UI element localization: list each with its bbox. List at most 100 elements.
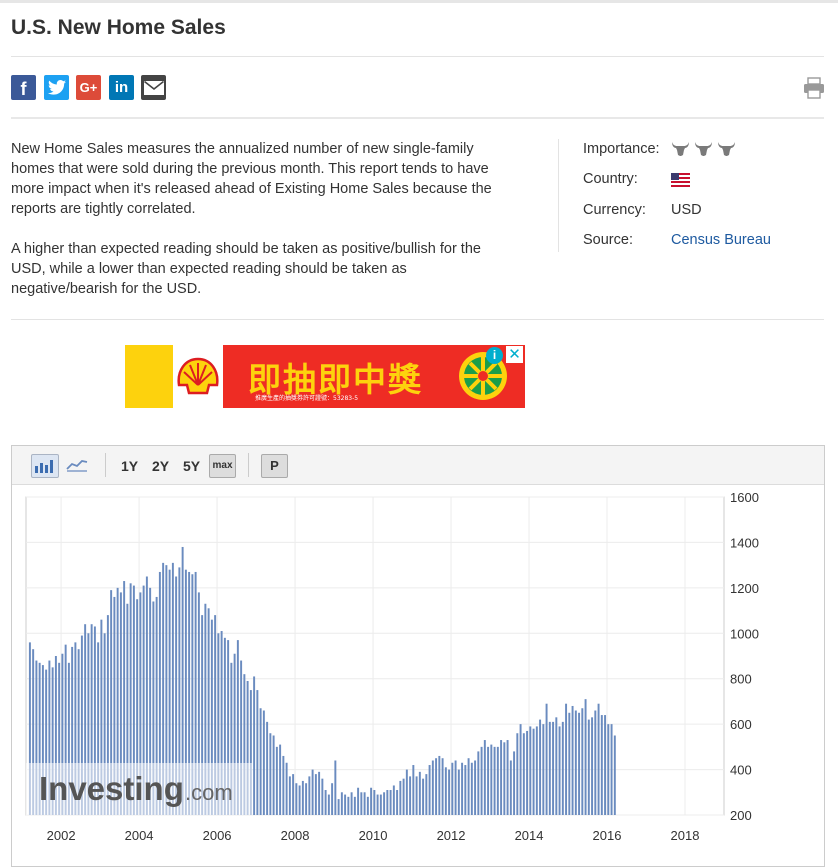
watermark-brand: Investing: [39, 770, 184, 807]
printer-icon: [804, 77, 824, 99]
chart-bar: [493, 746, 496, 815]
chart-bar: [500, 740, 503, 815]
us-flag-icon: [671, 173, 690, 187]
chart-bar: [321, 778, 324, 815]
ad-fineprint: 推廣生產的抽獎券許可證號：53283-5: [255, 395, 359, 402]
y-tick-label: 800: [730, 672, 752, 687]
chart-bar: [285, 762, 288, 815]
chart-bar: [383, 792, 386, 815]
y-tick-label: 1400: [730, 535, 759, 550]
chart-bar: [545, 703, 548, 815]
chart-bar: [480, 746, 483, 815]
description-paragraph: New Home Sales measures the annualized n…: [11, 141, 492, 217]
chart-bar: [516, 733, 519, 815]
chart-bar: [347, 796, 350, 815]
y-tick-label: 600: [730, 717, 752, 732]
advertisement-banner[interactable]: 即抽即中獎 推廣生產的抽獎券許可證號：53283-5 i ✕: [125, 345, 525, 408]
chart-bar: [584, 699, 587, 815]
y-tick-label: 1600: [730, 490, 759, 505]
twitter-share-button[interactable]: [44, 75, 69, 100]
chart-bar: [581, 708, 584, 815]
chart-bar: [256, 690, 259, 815]
chart-bar: [470, 762, 473, 815]
chart-bar: [399, 780, 402, 815]
x-tick-label: 2006: [203, 828, 232, 843]
chart-bar: [318, 771, 321, 815]
bull-icon: [718, 142, 735, 156]
email-share-button[interactable]: [141, 75, 166, 100]
chart-bar: [360, 792, 363, 815]
chart-bar: [425, 774, 428, 815]
twitter-icon: [47, 80, 66, 95]
linkedin-share-button[interactable]: in: [109, 75, 134, 100]
chart: 1600 1400 1200 1000 800 600 400 200 2002 2004 2006…: [25, 490, 759, 843]
chart-bar: [444, 767, 447, 815]
chart-bar: [418, 771, 421, 815]
chart-bar: [454, 760, 457, 815]
chart-bar: [506, 740, 509, 815]
chart-bar: [269, 733, 272, 815]
divider: [11, 319, 824, 320]
chart-bar: [431, 760, 434, 815]
chart-bar: [487, 746, 490, 815]
chart-bar: [552, 721, 555, 815]
currency-label: Currency:: [583, 202, 646, 218]
ad-close-icon[interactable]: ✕: [506, 346, 523, 363]
chart-bar: [532, 728, 535, 815]
facebook-share-button[interactable]: f: [11, 75, 36, 100]
x-tick-label: 2016: [593, 828, 622, 843]
chart-bar: [522, 733, 525, 815]
chart-bar: [565, 703, 568, 815]
print-button[interactable]: [803, 77, 825, 104]
description-paragraph: A higher than expected reading should be…: [11, 241, 481, 297]
chart-bar: [548, 721, 551, 815]
chart-bar: [331, 783, 334, 815]
chart-bar: [376, 794, 379, 815]
chart-bar: [253, 676, 256, 815]
chart-bar: [513, 751, 516, 815]
watermark-suffix: .com: [185, 780, 233, 805]
chart-bar: [529, 726, 532, 815]
importance-label: Importance:: [583, 141, 660, 157]
chart-bar: [441, 758, 444, 815]
chart-bar: [314, 774, 317, 815]
chart-bar: [535, 726, 538, 815]
chart-bar: [259, 708, 262, 815]
chart-bar: [379, 794, 382, 815]
chart-bar: [558, 726, 561, 815]
googleplus-icon: G+: [79, 80, 98, 95]
chart-bar: [594, 710, 597, 815]
chart-bar: [490, 744, 493, 815]
chart-bar: [301, 780, 304, 815]
source-link[interactable]: Census Bureau: [671, 232, 771, 248]
country-flag: [671, 173, 690, 191]
ad-stripe: [125, 345, 173, 408]
chart-bar: [519, 724, 522, 815]
chart-bar: [363, 792, 366, 815]
chart-bar: [292, 774, 295, 815]
chart-bar: [311, 769, 314, 815]
divider: [11, 56, 824, 57]
chart-bar: [357, 787, 360, 815]
chart-bar: [334, 760, 337, 815]
chart-bar: [272, 735, 275, 815]
chart-bar: [496, 746, 499, 815]
chart-bar: [435, 758, 438, 815]
googleplus-share-button[interactable]: G+: [76, 75, 101, 100]
chart-bar: [604, 715, 607, 815]
chart-bar: [607, 724, 610, 815]
chart-bar: [451, 762, 454, 815]
chart-bar: [571, 705, 574, 815]
facebook-icon: f: [20, 79, 27, 99]
chart-bar: [428, 765, 431, 815]
chart-bar: [282, 755, 285, 815]
chart-bar: [344, 794, 347, 815]
chart-bar: [266, 721, 269, 815]
chart-bar: [561, 721, 564, 815]
chart-bar: [386, 790, 389, 815]
chart-panel: 1Y 2Y 5Y max P 1600 1400 1200 1000 800 600 400…: [11, 445, 825, 867]
chart-bar: [467, 758, 470, 815]
chart-bar: [298, 785, 301, 815]
ad-info-icon[interactable]: i: [486, 347, 503, 364]
chart-bar: [366, 796, 369, 815]
